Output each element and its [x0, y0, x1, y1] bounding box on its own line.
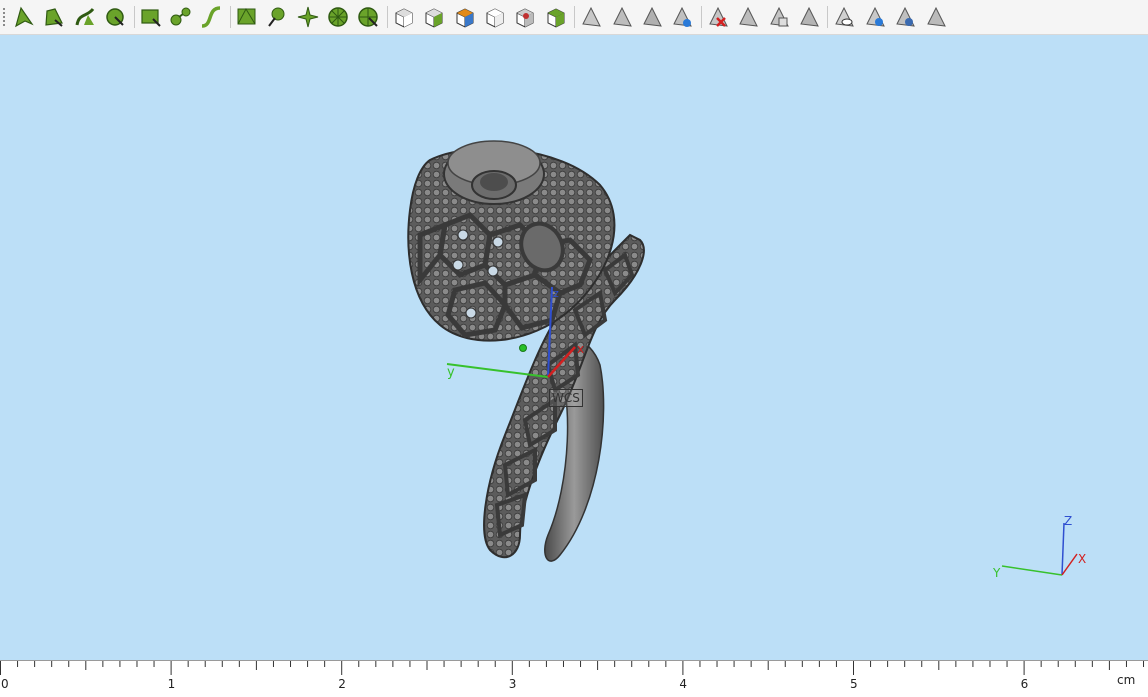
wcs-z-label: z: [553, 287, 559, 300]
tri-hide-icon: [926, 6, 946, 27]
tri-copy-icon: [769, 6, 789, 27]
tri-point-icon: [582, 6, 602, 27]
cube-front-button[interactable]: [421, 4, 447, 30]
tri-remove-button[interactable]: [705, 4, 731, 30]
cube-front-icon: [425, 8, 443, 28]
circle-arrow-button[interactable]: [102, 4, 128, 30]
toolbar-separator: [827, 6, 829, 28]
cube-view-icon: [395, 8, 413, 28]
tri-eye-fill-button[interactable]: [892, 4, 918, 30]
ruler-label: 6: [1020, 677, 1029, 691]
toolbar: [0, 0, 1148, 35]
rect-select-icon: [140, 9, 161, 27]
toolbar-separator: [386, 6, 388, 28]
cut-wheel-button[interactable]: [355, 4, 381, 30]
curve-arrow-button[interactable]: [72, 4, 98, 30]
tri-hide-button[interactable]: [923, 4, 949, 30]
sphere-pin-button[interactable]: [264, 4, 290, 30]
orientation-axes: Z Y X: [992, 514, 1086, 580]
tri-edge-icon: [612, 6, 632, 27]
rect-select-button[interactable]: [138, 4, 164, 30]
s-curve-icon: [202, 6, 221, 28]
wcs-x-label: x: [577, 342, 584, 356]
ruler-label: 2: [338, 677, 346, 691]
tri-eye-icon: [835, 6, 855, 27]
tri-edge-button[interactable]: [609, 4, 635, 30]
s-curve-button[interactable]: [198, 4, 224, 30]
mini-y-label: Y: [992, 566, 1001, 580]
tri-eye-fill-icon: [896, 6, 916, 27]
tri-eye-button[interactable]: [831, 4, 857, 30]
tri-split-icon: [739, 6, 759, 27]
cube-top-button[interactable]: [452, 4, 478, 30]
ring-model[interactable]: [407, 140, 645, 562]
cube-red-icon: [516, 8, 534, 28]
ruler-label: 0: [1, 677, 9, 691]
ruler-label: 1: [167, 677, 176, 691]
wcs-y-label: y: [447, 365, 455, 380]
tri-eye-blue-button[interactable]: [862, 4, 888, 30]
tri-face-button[interactable]: [639, 4, 665, 30]
curve-arrow-icon: [75, 7, 94, 26]
tri-blue-button[interactable]: [669, 4, 695, 30]
ruler: cm 0 1 2 3 4 5 6: [0, 660, 1148, 697]
point-arrow-icon: [15, 6, 34, 28]
cross-star-button[interactable]: [295, 4, 321, 30]
cube-grid-icon: [547, 8, 565, 28]
tri-copy-button[interactable]: [766, 4, 792, 30]
point-arrow-button[interactable]: [11, 4, 37, 30]
toolbar-separator: [574, 6, 576, 28]
toolbar-separator: [229, 6, 231, 28]
tri-flip-button[interactable]: [796, 4, 822, 30]
toolbar-grip[interactable]: [3, 8, 5, 26]
tri-remove-icon: [709, 6, 728, 27]
cut-wheel-icon: [358, 7, 379, 27]
mesh-select-button[interactable]: [234, 4, 260, 30]
cube-top-icon: [456, 8, 474, 28]
ruler-label: 4: [679, 677, 688, 691]
wcs-label: WCS: [549, 389, 583, 407]
wheel-button[interactable]: [325, 4, 351, 30]
fill-point-button[interactable]: [41, 4, 67, 30]
ruler-label: 5: [850, 677, 858, 691]
ruler-label: 3: [508, 677, 517, 691]
mini-z-label: Z: [1064, 514, 1072, 528]
fill-point-icon: [45, 8, 64, 27]
tri-eye-blue-icon: [866, 6, 885, 27]
ruler-unit: cm: [1117, 673, 1136, 687]
toolbar-separator: [700, 6, 702, 28]
tri-split-button[interactable]: [735, 4, 761, 30]
wheel-icon: [328, 7, 348, 27]
sphere-pin-icon: [268, 7, 285, 27]
3d-viewport[interactable]: z y x Z Y X WCS: [0, 35, 1148, 660]
cube-red-button[interactable]: [512, 4, 538, 30]
node-link-button[interactable]: [168, 4, 194, 30]
cube-wire-icon: [486, 8, 504, 28]
toolbar-separator: [133, 6, 135, 28]
pivot-point: [519, 344, 527, 352]
node-link-icon: [170, 7, 191, 26]
cube-grid-button[interactable]: [543, 4, 569, 30]
mini-x-label: X: [1078, 552, 1086, 566]
tri-blue-icon: [673, 6, 693, 27]
cross-star-icon: [297, 6, 318, 28]
tri-flip-icon: [800, 6, 819, 27]
mesh-select-icon: [237, 7, 256, 25]
tri-point-button[interactable]: [578, 4, 604, 30]
tri-face-icon: [643, 6, 662, 27]
cube-view-button[interactable]: [391, 4, 417, 30]
cube-wire-button[interactable]: [482, 4, 508, 30]
circle-arrow-icon: [106, 8, 124, 26]
